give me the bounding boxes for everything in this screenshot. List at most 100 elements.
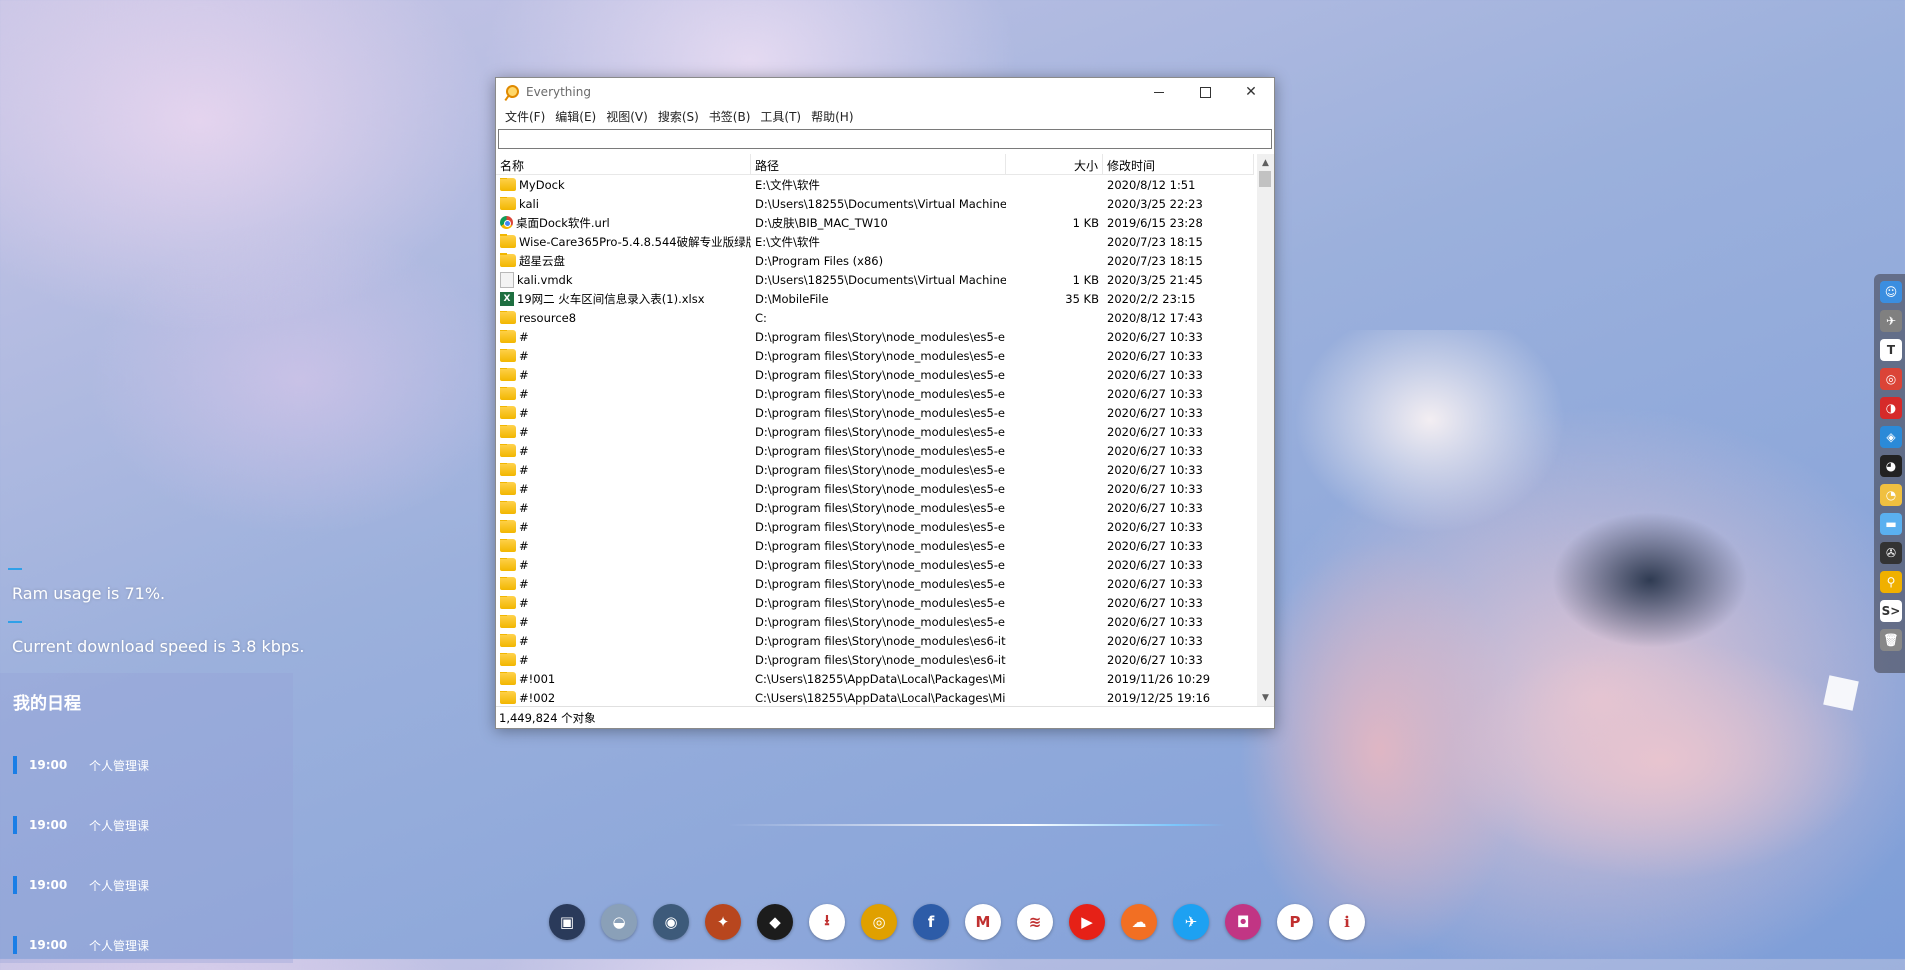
cell-date: 2020/6/27 10:33 [1107, 538, 1203, 553]
info-icon[interactable]: ℹ [1329, 904, 1365, 940]
cell-name: # [496, 481, 751, 496]
table-row[interactable]: # D:\program files\Story\node_modules\es5… [496, 498, 1254, 517]
table-row[interactable]: # D:\program files\Story\node_modules\es5… [496, 384, 1254, 403]
column-header-date[interactable]: 修改时间 [1103, 154, 1254, 174]
column-header-name[interactable]: 名称 [496, 154, 751, 174]
cell-date: 2020/6/27 10:33 [1107, 443, 1203, 458]
wechat-icon[interactable]: ◔ [1880, 484, 1902, 506]
folder-icon[interactable]: ▬ [1880, 513, 1902, 535]
menu-item[interactable]: 书签(B) [704, 108, 756, 125]
menu-item[interactable]: 文件(F) [500, 108, 550, 125]
cell-path: D:\program files\Story\node_modules\es5-… [755, 462, 1006, 477]
table-row[interactable]: X 19网二 火车区间信息录入表(1).xlsx D:\MobileFile 35 K… [496, 289, 1254, 308]
menu-item[interactable]: 视图(V) [601, 108, 653, 125]
computer-icon[interactable]: ▣ [549, 904, 585, 940]
file-name: # [519, 348, 529, 363]
table-row[interactable]: kali.vmdk D:\Users\18255\Documents\Virtua… [496, 270, 1254, 289]
darth-icon[interactable]: ◆ [757, 904, 793, 940]
shield-icon[interactable]: ◈ [1880, 426, 1902, 448]
xlsx-icon: X [500, 291, 514, 306]
table-row[interactable]: # D:\program files\Story\node_modules\es5… [496, 479, 1254, 498]
table-row[interactable]: resource8 C: 2020/8/12 17:43 [496, 308, 1254, 327]
menu-item[interactable]: 帮助(H) [806, 108, 858, 125]
table-row[interactable]: # D:\program files\Story\node_modules\es5… [496, 422, 1254, 441]
facebook-icon[interactable]: f [913, 904, 949, 940]
search-box[interactable] [498, 129, 1272, 149]
title-bar[interactable]: Everything ✕ [496, 78, 1274, 106]
schedule-item[interactable]: 19:00 个人管理课 [13, 876, 293, 894]
cell-date: 2020/7/23 18:15 [1107, 253, 1203, 268]
table-row[interactable]: # D:\program files\Story\node_modules\es5… [496, 593, 1254, 612]
minimize-button[interactable] [1136, 78, 1182, 106]
table-row[interactable]: # D:\program files\Story\node_modules\es5… [496, 365, 1254, 384]
table-row[interactable]: 超星云盘 D:\Program Files (x86) 2020/7/23 18:1… [496, 251, 1254, 270]
scroll-up-arrow-icon[interactable]: ▲ [1257, 154, 1274, 171]
trash-icon[interactable]: 🗑 [1880, 629, 1902, 651]
landscape-icon[interactable]: ◒ [601, 904, 637, 940]
chrome-icon[interactable]: ◎ [861, 904, 897, 940]
file-name: # [519, 519, 529, 534]
file-name: Wise-Care365Pro-5.4.8.544破解专业版绿版 [519, 234, 751, 249]
menu-item[interactable]: 编辑(E) [550, 108, 601, 125]
vertical-scrollbar[interactable]: ▲ ▼ [1257, 154, 1274, 706]
game-icon[interactable]: ✦ [705, 904, 741, 940]
qq-icon[interactable]: ◕ [1880, 455, 1902, 477]
table-row[interactable]: # D:\program files\Story\node_modules\es5… [496, 441, 1254, 460]
ublast-icon[interactable]: ≋ [1017, 904, 1053, 940]
table-row[interactable]: # D:\program files\Story\node_modules\es5… [496, 460, 1254, 479]
table-row[interactable]: MyDock E:\文件\软件 2020/8/12 1:51 [496, 175, 1254, 194]
maximize-button[interactable] [1182, 78, 1228, 106]
soundcloud-icon[interactable]: ☁ [1121, 904, 1157, 940]
folder-icon [500, 329, 516, 343]
close-button[interactable]: ✕ [1228, 78, 1274, 106]
table-row[interactable]: # D:\program files\Story\node_modules\es5… [496, 612, 1254, 631]
cell-path: D:\program files\Story\node_modules\es5-… [755, 443, 1006, 458]
finder-icon[interactable]: ☺ [1880, 281, 1902, 303]
instagram-icon[interactable]: ◘ [1225, 904, 1261, 940]
schedule-item[interactable]: 19:00 个人管理课 [13, 936, 293, 954]
schedule-item[interactable]: 19:00 个人管理课 [13, 816, 293, 834]
pinterest-icon[interactable]: P [1277, 904, 1313, 940]
table-row[interactable]: # D:\program files\Story\node_modules\es6… [496, 631, 1254, 650]
table-row[interactable]: # D:\program files\Story\node_modules\es5… [496, 555, 1254, 574]
terminal-icon[interactable]: S> [1880, 600, 1902, 622]
table-row[interactable]: # D:\program files\Story\node_modules\es5… [496, 327, 1254, 346]
twitter-icon[interactable]: ✈ [1173, 904, 1209, 940]
table-row[interactable]: 桌面Dock软件.url D:\皮肤\BIB_MAC_TW10 1 KB 2019/6… [496, 213, 1254, 232]
table-row[interactable]: # D:\program files\Story\node_modules\es6… [496, 650, 1254, 669]
scroll-down-arrow-icon[interactable]: ▼ [1257, 689, 1274, 706]
table-row[interactable]: # D:\program files\Story\node_modules\es5… [496, 574, 1254, 593]
column-header-size[interactable]: 大小 [1006, 154, 1103, 174]
menu-item[interactable]: 搜索(S) [653, 108, 704, 125]
youtube-icon[interactable]: ▶ [1069, 904, 1105, 940]
typora-icon[interactable]: T [1880, 339, 1902, 361]
netease-icon[interactable]: ◑ [1880, 397, 1902, 419]
launchpad-icon[interactable]: ✈ [1880, 310, 1902, 332]
search-input[interactable] [499, 130, 1271, 148]
download-icon[interactable]: ⭳ [809, 904, 845, 940]
table-row[interactable]: kali D:\Users\18255\Documents\Virtual Mac… [496, 194, 1254, 213]
cell-date: 2020/6/27 10:33 [1107, 462, 1203, 477]
table-row[interactable]: #!002 C:\Users\18255\AppData\Local\Packag… [496, 688, 1254, 706]
schedule-item[interactable]: 19:00 个人管理课 [13, 756, 293, 774]
column-header-path[interactable]: 路径 [751, 154, 1006, 174]
menu-item[interactable]: 工具(T) [755, 108, 806, 125]
everything-icon[interactable]: ⚲ [1880, 571, 1902, 593]
table-row[interactable]: # D:\program files\Story\node_modules\es5… [496, 403, 1254, 422]
table-row[interactable]: # D:\program files\Story\node_modules\es5… [496, 517, 1254, 536]
cell-size: 35 KB [1065, 291, 1099, 306]
file-name: # [519, 614, 529, 629]
table-row[interactable]: # D:\program files\Story\node_modules\es5… [496, 536, 1254, 555]
table-row[interactable]: Wise-Care365Pro-5.4.8.544破解专业版绿版 E:\文件\软件… [496, 232, 1254, 251]
chrome-icon[interactable]: ◎ [1880, 368, 1902, 390]
cell-date: 2020/6/27 10:33 [1107, 481, 1203, 496]
cell-date: 2020/6/27 10:33 [1107, 519, 1203, 534]
table-row[interactable]: # D:\program files\Story\node_modules\es5… [496, 346, 1254, 365]
scrollbar-thumb[interactable] [1259, 171, 1271, 187]
gmail-icon[interactable]: M [965, 904, 1001, 940]
table-row[interactable]: #!001 C:\Users\18255\AppData\Local\Packag… [496, 669, 1254, 688]
aperture-icon[interactable]: ✇ [1880, 542, 1902, 564]
file-name: resource8 [519, 310, 577, 325]
robot-icon[interactable]: ◉ [653, 904, 689, 940]
folder-icon [500, 614, 516, 628]
